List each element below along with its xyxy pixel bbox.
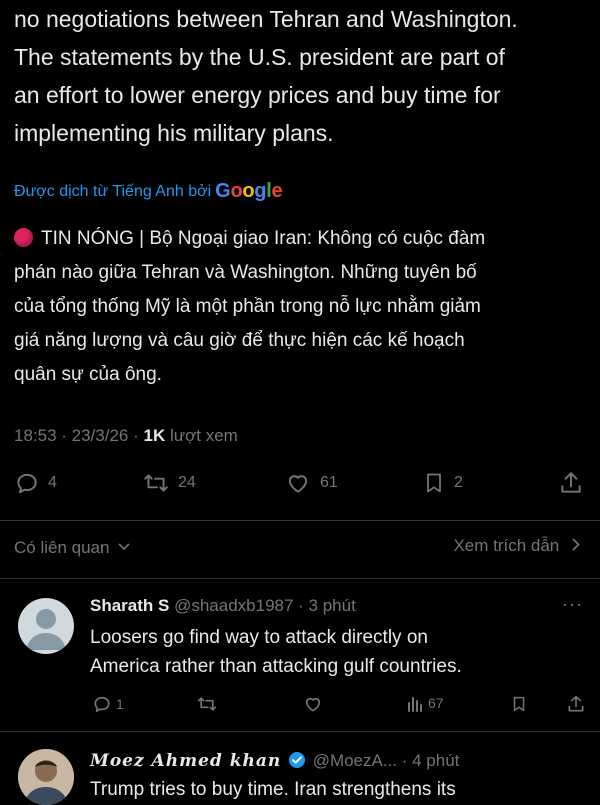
related-link[interactable]: Có liên quan bbox=[14, 536, 130, 558]
views-icon bbox=[406, 694, 424, 712]
translated-text-line: của tổng thống Mỹ là một phần trong nỗ l… bbox=[14, 296, 481, 317]
reply-button[interactable]: 1 bbox=[92, 694, 124, 714]
more-icon[interactable]: ··· bbox=[562, 594, 583, 615]
chevron-down-icon bbox=[118, 536, 130, 556]
reply-header: Sharath S @shaadxb1987 · 3 phút bbox=[90, 596, 356, 616]
reply-count: 1 bbox=[116, 696, 124, 712]
bookmark-count: 2 bbox=[454, 474, 463, 491]
bookmark-icon bbox=[510, 694, 528, 714]
translated-text-line: quân sự của ông. bbox=[14, 364, 162, 385]
reply-author-handle: @shaadxb1987 · 3 phút bbox=[174, 596, 356, 615]
repost-count: 24 bbox=[178, 474, 196, 491]
reply-item[interactable]: Sharath S @shaadxb1987 · 3 phút ··· Loos… bbox=[0, 578, 600, 728]
reply-text: Loosers go find way to attack directly o… bbox=[90, 627, 462, 677]
share-button[interactable] bbox=[566, 694, 586, 714]
tweet-text-line: The statements by the U.S. president are… bbox=[14, 44, 505, 70]
avatar[interactable] bbox=[18, 598, 74, 654]
quotes-link[interactable]: Xem trích dẫn bbox=[453, 536, 580, 556]
heart-icon bbox=[302, 694, 324, 714]
tweet-text-line: implementing his military plans. bbox=[14, 120, 334, 146]
reply-author-handle: @MoezA... · 4 phút bbox=[312, 751, 460, 770]
tweet-meta: 18:53 · 23/3/26 · 1K lượt xem bbox=[14, 426, 238, 446]
translated-text-line: TIN NÓNG | Bộ Ngoại giao Iran: Không có … bbox=[14, 222, 590, 256]
bookmark-button[interactable]: 2 bbox=[422, 470, 463, 496]
share-icon bbox=[566, 694, 586, 714]
repost-icon bbox=[196, 694, 218, 714]
repost-icon bbox=[142, 470, 170, 496]
red-circle-icon bbox=[14, 228, 33, 247]
tweet-text: no negotiations between Tehran and Washi… bbox=[14, 0, 586, 152]
divider bbox=[0, 520, 600, 521]
views-button[interactable]: 67 bbox=[406, 694, 444, 712]
avatar[interactable] bbox=[18, 749, 74, 805]
translation-label: Được dịch từ Tiếng Anh bởi bbox=[14, 182, 212, 200]
translated-text: TIN NÓNG | Bộ Ngoại giao Iran: Không có … bbox=[14, 222, 590, 392]
translated-text-line: giá năng lượng và câu giờ để thực hiện c… bbox=[14, 330, 465, 351]
reply-author-name[interactable]: Sharath S bbox=[90, 596, 169, 615]
verified-badge-icon bbox=[288, 751, 306, 774]
reply-count: 4 bbox=[48, 474, 57, 491]
like-button[interactable] bbox=[302, 694, 324, 714]
translated-text-line: phán nào giữa Tehran và Washington. Nhữn… bbox=[14, 262, 477, 283]
views-label: lượt xem bbox=[169, 426, 238, 445]
repost-button[interactable]: 24 bbox=[142, 470, 196, 496]
views-count: 1K bbox=[143, 426, 166, 445]
chevron-right-icon bbox=[572, 536, 580, 556]
reply-button[interactable]: 4 bbox=[14, 470, 57, 496]
like-count: 61 bbox=[320, 474, 338, 491]
reply-action-bar: 1 67 bbox=[92, 694, 587, 718]
reply-icon bbox=[92, 694, 112, 714]
tweet-action-bar: 4 24 61 2 bbox=[14, 470, 586, 502]
bookmark-button[interactable] bbox=[510, 694, 528, 714]
tweet-text-line: an effort to lower energy prices and buy… bbox=[14, 82, 501, 108]
reply-icon bbox=[14, 470, 40, 496]
translation-attribution[interactable]: Được dịch từ Tiếng Anh bởi Google bbox=[14, 180, 283, 203]
tweet-timestamp[interactable]: 18:53 · 23/3/26 · bbox=[14, 426, 143, 445]
reply-header: Moez Ahmed khan @MoezA... · 4 phút bbox=[90, 751, 459, 774]
tweet-text-line: no negotiations between Tehran and Washi… bbox=[14, 6, 518, 32]
heart-icon bbox=[284, 470, 312, 496]
reply-item[interactable]: Moez Ahmed khan @MoezA... · 4 phút Trump… bbox=[0, 731, 600, 805]
like-button[interactable]: 61 bbox=[284, 470, 338, 496]
views-count: 67 bbox=[428, 695, 444, 711]
share-icon bbox=[558, 470, 584, 496]
reply-author-name[interactable]: Moez Ahmed khan bbox=[90, 751, 281, 771]
google-logo: Google bbox=[215, 180, 283, 202]
bookmark-icon bbox=[422, 470, 446, 496]
share-button[interactable] bbox=[558, 470, 584, 496]
repost-button[interactable] bbox=[196, 694, 218, 714]
